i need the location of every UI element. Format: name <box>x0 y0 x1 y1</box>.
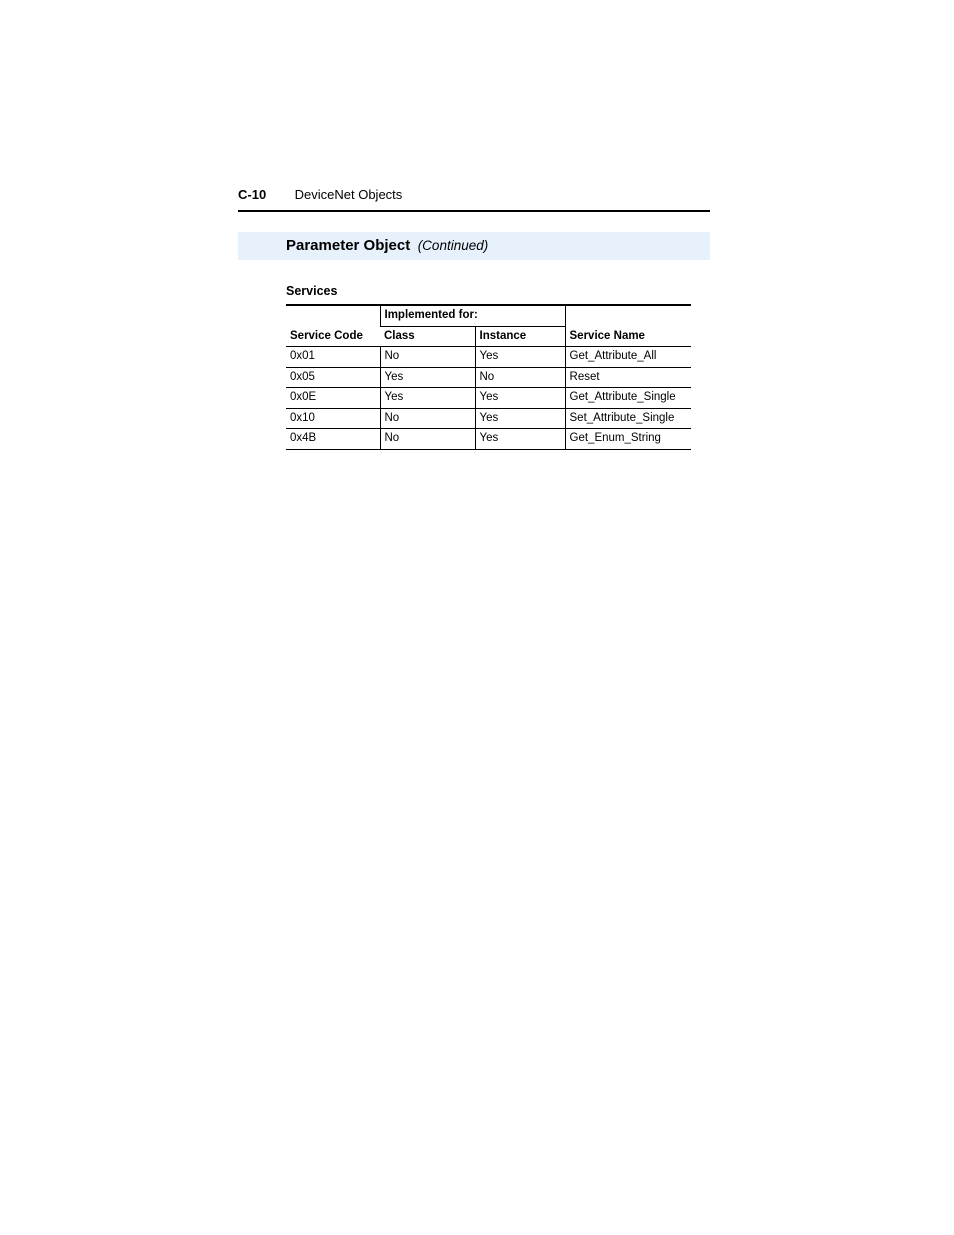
cell-service-code: 0x0E <box>286 388 380 409</box>
page: C-10 DeviceNet Objects Parameter Object … <box>0 0 954 1235</box>
section-title: Parameter Object <box>286 237 410 254</box>
cell-service-name: Get_Attribute_All <box>565 347 691 368</box>
subsection-label: Services <box>286 284 710 298</box>
cell-service-name: Get_Attribute_Single <box>565 388 691 409</box>
cell-class: No <box>380 429 475 450</box>
running-head: C-10 DeviceNet Objects <box>238 186 710 212</box>
cell-service-name: Get_Enum_String <box>565 429 691 450</box>
col-header-service-code: Service Code <box>286 305 380 347</box>
col-header-implemented-for: Implemented for: <box>380 305 565 326</box>
col-subheader-class: Class <box>380 326 475 347</box>
content-area: Parameter Object (Continued) Services Se… <box>238 232 710 450</box>
cell-service-code: 0x01 <box>286 347 380 368</box>
cell-instance: Yes <box>475 347 565 368</box>
page-number: C-10 <box>238 187 266 202</box>
cell-service-name: Set_Attribute_Single <box>565 408 691 429</box>
cell-service-code: 0x05 <box>286 367 380 388</box>
col-header-service-name: Service Name <box>565 305 691 347</box>
table-row: 0x05 Yes No Reset <box>286 367 691 388</box>
cell-instance: No <box>475 367 565 388</box>
cell-class: Yes <box>380 388 475 409</box>
cell-service-name: Reset <box>565 367 691 388</box>
cell-instance: Yes <box>475 429 565 450</box>
cell-class: No <box>380 347 475 368</box>
chapter-title: DeviceNet Objects <box>295 187 403 202</box>
table-row: 0x0E Yes Yes Get_Attribute_Single <box>286 388 691 409</box>
cell-instance: Yes <box>475 408 565 429</box>
cell-class: No <box>380 408 475 429</box>
cell-service-code: 0x10 <box>286 408 380 429</box>
section-title-band: Parameter Object (Continued) <box>238 232 710 260</box>
table-row: 0x4B No Yes Get_Enum_String <box>286 429 691 450</box>
table-row: 0x01 No Yes Get_Attribute_All <box>286 347 691 368</box>
cell-service-code: 0x4B <box>286 429 380 450</box>
cell-class: Yes <box>380 367 475 388</box>
cell-instance: Yes <box>475 388 565 409</box>
col-subheader-instance: Instance <box>475 326 565 347</box>
services-table: Service Code Implemented for: Service Na… <box>286 304 691 450</box>
table-row: 0x10 No Yes Set_Attribute_Single <box>286 408 691 429</box>
section-title-continuation: (Continued) <box>418 238 489 253</box>
